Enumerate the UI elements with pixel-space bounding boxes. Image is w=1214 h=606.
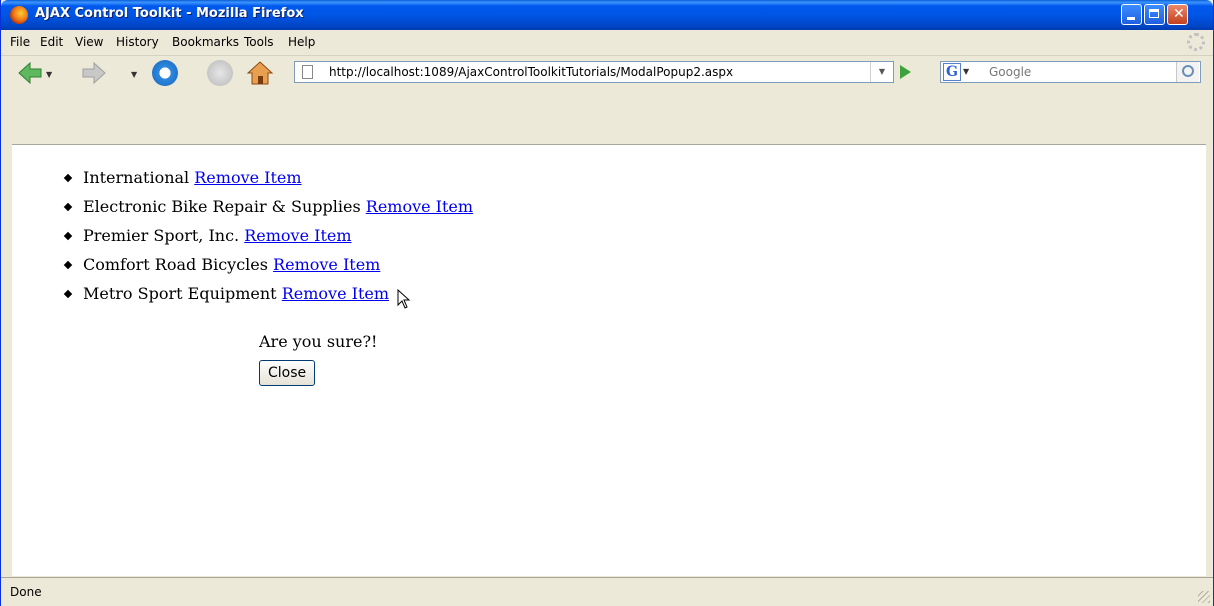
back-history-dropdown-icon[interactable]: ▼ bbox=[46, 70, 52, 79]
menu-history[interactable]: History bbox=[116, 35, 159, 49]
mouse-cursor-icon bbox=[397, 289, 411, 309]
search-engine-icon[interactable]: G bbox=[943, 63, 961, 81]
list-item: Metro Sport Equipment Remove Item bbox=[62, 279, 473, 308]
browser-window: AJAX Control Toolkit - Mozilla Firefox ✕… bbox=[0, 0, 1214, 606]
menu-view[interactable]: View bbox=[75, 35, 103, 49]
window-title: AJAX Control Toolkit - Mozilla Firefox bbox=[35, 6, 304, 21]
bullet-icon bbox=[63, 202, 73, 212]
item-name: Electronic Bike Repair & Supplies bbox=[83, 197, 361, 216]
bullet-icon bbox=[63, 231, 73, 241]
activity-throbber-icon bbox=[1187, 33, 1205, 51]
menu-edit[interactable]: Edit bbox=[40, 35, 63, 49]
page-icon bbox=[302, 65, 313, 79]
search-placeholder[interactable]: Google bbox=[989, 65, 1031, 79]
search-box[interactable]: G ▼ Google bbox=[940, 61, 1201, 83]
title-bar: AJAX Control Toolkit - Mozilla Firefox ✕ bbox=[1, 0, 1213, 30]
remove-item-link[interactable]: Remove Item bbox=[244, 226, 351, 245]
list-item: Electronic Bike Repair & Supplies Remove… bbox=[62, 192, 473, 221]
list-item: Comfort Road Bicycles Remove Item bbox=[62, 250, 473, 279]
close-button[interactable]: Close bbox=[259, 360, 316, 386]
item-name: Comfort Road Bicycles bbox=[83, 255, 268, 274]
stop-icon[interactable] bbox=[207, 60, 233, 86]
navigation-toolbar: ▼ ▼ http://localhost:1089/AjaxControlToo… bbox=[1, 55, 1213, 90]
menu-bookmarks[interactable]: Bookmarks bbox=[172, 35, 239, 49]
remove-item-link[interactable]: Remove Item bbox=[194, 168, 301, 187]
remove-item-link[interactable]: Remove Item bbox=[282, 284, 389, 303]
url-text[interactable]: http://localhost:1089/AjaxControlToolkit… bbox=[329, 65, 733, 79]
menu-tools[interactable]: Tools bbox=[244, 35, 274, 49]
bullet-icon bbox=[63, 260, 73, 270]
menu-file[interactable]: File bbox=[10, 35, 30, 49]
confirm-message: Are you sure?! bbox=[259, 332, 378, 351]
status-text: Done bbox=[10, 585, 42, 599]
search-engine-dropdown-icon[interactable]: ▼ bbox=[963, 67, 969, 76]
item-name: Premier Sport, Inc. bbox=[83, 226, 240, 245]
bullet-icon bbox=[63, 289, 73, 299]
status-bar: Done bbox=[1, 577, 1213, 606]
menu-help[interactable]: Help bbox=[288, 35, 315, 49]
list-item: International Remove Item bbox=[62, 163, 473, 192]
close-window-button[interactable]: ✕ bbox=[1167, 4, 1188, 25]
bullet-icon bbox=[63, 173, 73, 183]
page-content: International Remove Item Electronic Bik… bbox=[12, 144, 1206, 576]
url-bar[interactable]: http://localhost:1089/AjaxControlToolkit… bbox=[294, 61, 894, 83]
remove-item-link[interactable]: Remove Item bbox=[273, 255, 380, 274]
forward-arrow-icon[interactable] bbox=[81, 60, 107, 86]
firefox-logo-icon bbox=[10, 6, 28, 24]
url-dropdown-icon[interactable]: ▼ bbox=[870, 62, 893, 82]
resize-grip-icon[interactable] bbox=[1198, 591, 1210, 603]
forward-history-dropdown-icon[interactable]: ▼ bbox=[131, 70, 137, 79]
menu-bar: File Edit View History Bookmarks Tools H… bbox=[1, 30, 1213, 54]
list-item: Premier Sport, Inc. Remove Item bbox=[62, 221, 473, 250]
search-magnifier-icon[interactable] bbox=[1176, 62, 1199, 82]
item-name: Metro Sport Equipment bbox=[83, 284, 277, 303]
back-arrow-icon[interactable] bbox=[17, 60, 43, 86]
minimize-button[interactable] bbox=[1121, 4, 1142, 25]
maximize-button[interactable] bbox=[1144, 4, 1165, 25]
reload-icon[interactable] bbox=[152, 60, 178, 86]
remove-item-link[interactable]: Remove Item bbox=[366, 197, 473, 216]
go-arrow-icon[interactable] bbox=[900, 65, 911, 79]
home-icon[interactable] bbox=[247, 60, 273, 86]
item-name: International bbox=[83, 168, 190, 187]
customer-list: International Remove Item Electronic Bik… bbox=[62, 163, 473, 308]
